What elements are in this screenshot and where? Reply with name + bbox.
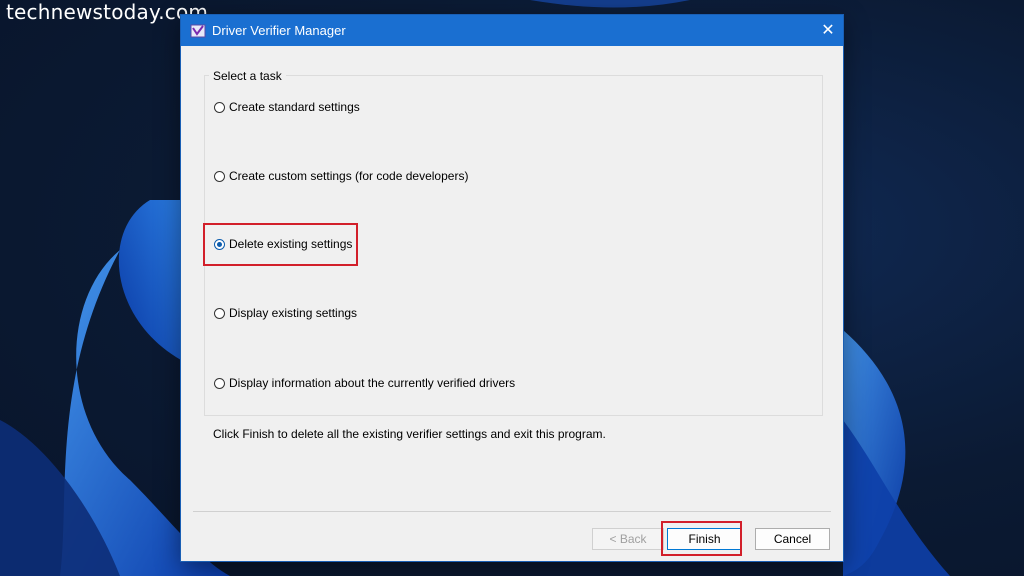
window-title: Driver Verifier Manager <box>212 23 346 38</box>
task-description: Click Finish to delete all the existing … <box>213 427 606 441</box>
close-button[interactable]: ✕ <box>813 15 843 46</box>
option-display-existing[interactable]: Display existing settings <box>214 305 357 321</box>
verifier-app-icon <box>190 24 206 38</box>
back-button[interactable]: < Back <box>592 528 664 550</box>
title-bar[interactable]: Driver Verifier Manager ✕ <box>181 15 843 46</box>
site-watermark: technewstoday.com <box>6 0 209 24</box>
option-label: Display information about the currently … <box>229 376 516 390</box>
radio-create-custom[interactable] <box>214 170 225 182</box>
option-create-standard[interactable]: Create standard settings <box>214 99 360 115</box>
option-create-custom[interactable]: Create custom settings (for code develop… <box>214 168 468 184</box>
option-label: Display existing settings <box>229 306 358 320</box>
option-label: Create standard settings <box>229 100 360 114</box>
highlight-finish-button <box>661 521 742 556</box>
task-group-label: Select a task <box>209 69 286 83</box>
highlight-delete-option <box>203 223 358 266</box>
radio-create-standard[interactable] <box>214 101 225 113</box>
footer-separator <box>193 511 831 512</box>
option-display-info[interactable]: Display information about the currently … <box>214 375 515 391</box>
close-icon: ✕ <box>821 22 835 39</box>
option-label: Create custom settings (for code develop… <box>229 169 469 183</box>
radio-display-existing[interactable] <box>214 307 225 319</box>
driver-verifier-window: Driver Verifier Manager ✕ Select a task … <box>181 15 843 561</box>
cancel-button[interactable]: Cancel <box>755 528 830 550</box>
radio-display-info[interactable] <box>214 377 225 389</box>
